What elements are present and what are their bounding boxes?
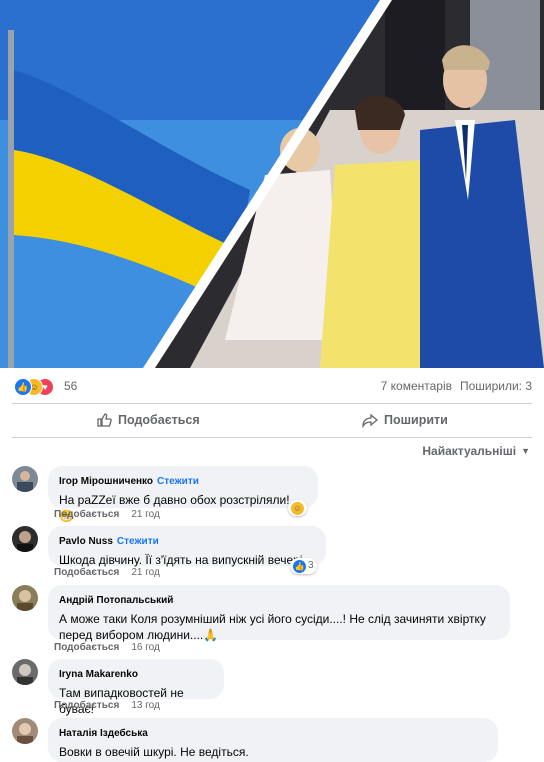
comment-reaction-count: 3 (308, 560, 314, 571)
avatar[interactable] (12, 718, 38, 744)
comment-like-link[interactable]: Подобається (54, 642, 119, 653)
comment-bubble: Pavlo Nuss Стежити Шкода дівчину. Її з'їд… (48, 526, 326, 567)
comment-time[interactable]: 21 год (131, 509, 160, 520)
comment-bubble: Наталія Іздебська Вовки в овечій шкурі. … (48, 718, 498, 762)
comment-author[interactable]: Iryna Makarenko (59, 669, 138, 680)
caret-down-icon: ▼ (521, 446, 530, 456)
share-arrow-icon (362, 413, 378, 428)
shares-count[interactable]: Поширили: 3 (460, 379, 532, 393)
haha-reaction-icon: ☺ (291, 501, 304, 515)
comment-time[interactable]: 13 год (131, 700, 160, 711)
post-photo[interactable] (0, 0, 544, 368)
comment-time[interactable]: 21 год (131, 567, 160, 578)
like-button[interactable]: Подобається (96, 404, 200, 436)
comment-author[interactable]: Наталія Іздебська (59, 728, 148, 739)
comments-count[interactable]: 7 коментарів (381, 379, 452, 393)
comment-bubble: Iryna Makarenko Там випадковостей не був… (48, 659, 224, 716)
divider (12, 437, 532, 438)
comment-bubble: Андрій Потопальський А може таки Коля ро… (48, 585, 510, 642)
avatar[interactable] (12, 466, 38, 492)
comment-author[interactable]: Ігор Мірошниченко (59, 476, 153, 487)
like-reaction-icon: 👍 (293, 559, 306, 573)
avatar[interactable] (12, 526, 38, 552)
follow-button[interactable]: Стежити (117, 536, 159, 547)
comment-bubble: Ігор Мірошниченко Стежити На раZZеї вже б… (48, 466, 318, 523)
share-label: Поширити (384, 413, 448, 427)
comment-text: Вовки в овечій шкурі. Не ведіться. (59, 745, 249, 759)
comment-text: А може таки Коля розумніший ніж усі його… (59, 612, 486, 642)
comment-meta: Подобається 21 год (54, 509, 160, 520)
comment-meta: Подобається 13 год (54, 700, 160, 711)
comment-time[interactable]: 16 год (131, 642, 160, 653)
comment-author[interactable]: Андрій Потопальський (59, 595, 173, 606)
comment-reactions[interactable]: 👍 3 (290, 558, 317, 574)
sort-label: Найактуальніші (422, 444, 517, 458)
comment-meta: Подобається 21 год (54, 567, 160, 578)
like-reaction-icon: 👍 (14, 378, 32, 396)
reactions-count[interactable]: 56 (64, 379, 77, 393)
follow-button[interactable]: Стежити (157, 476, 199, 487)
reactions-icons[interactable]: 👍 ☺ ♥ (14, 378, 60, 396)
comment-like-link[interactable]: Подобається (54, 700, 119, 711)
comment-reactions[interactable]: ☺ (288, 500, 307, 516)
avatar[interactable] (12, 659, 38, 685)
post-stats: 👍 ☺ ♥ 56 7 коментарів Поширили: 3 (0, 372, 544, 402)
avatar[interactable] (12, 585, 38, 611)
comment-meta: Подобається 16 год (54, 642, 160, 653)
thumbs-up-icon (97, 413, 112, 427)
comment-like-link[interactable]: Подобається (54, 567, 119, 578)
comment-like-link[interactable]: Подобається (54, 509, 119, 520)
like-label: Подобається (118, 413, 200, 427)
share-button[interactable]: Поширити (362, 404, 448, 436)
comment-author[interactable]: Pavlo Nuss (59, 536, 113, 547)
divider (12, 403, 532, 404)
comment-text: Шкода дівчину. Її з'їдять на випускній в… (59, 553, 306, 567)
sort-dropdown[interactable]: Найактуальніші ▼ (422, 444, 530, 458)
